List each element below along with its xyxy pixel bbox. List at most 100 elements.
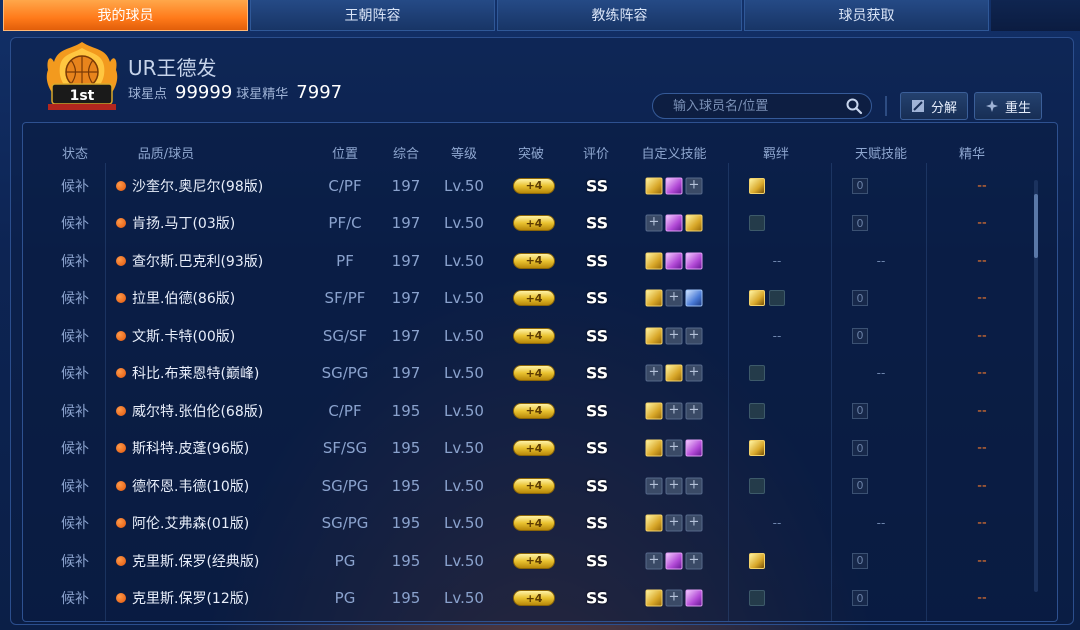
talent-count[interactable]: 0	[852, 440, 868, 456]
scrollbar-thumb[interactable]	[1034, 194, 1038, 258]
player-name-cell[interactable]: 肯扬.马丁(03版)	[116, 213, 235, 233]
table-row[interactable]: 候补 斯科特.皮蓬(96版) SF/SG 195 Lv.50 +4 SS +0 --	[23, 430, 1043, 467]
add-skill-slot-icon[interactable]: +	[665, 439, 683, 457]
bond-dim-icon[interactable]	[749, 477, 765, 494]
table-row[interactable]: 候补 阿伦.艾弗森(01版) SG/PG 195 Lv.50 +4 SS + + -- -- --	[23, 505, 1043, 542]
skill-blue-icon[interactable]	[685, 289, 703, 307]
search-input[interactable]	[653, 94, 845, 118]
skill-gold-icon[interactable]	[645, 589, 663, 607]
talent-count[interactable]: 0	[852, 477, 868, 494]
skill-purple-icon[interactable]	[665, 214, 683, 232]
table-row[interactable]: 候补 德怀恩.韦德(10版) SG/PG 195 Lv.50 +4 SS + + +0 --	[23, 467, 1043, 504]
player-name-cell[interactable]: 查尔斯.巴克利(93版)	[116, 251, 263, 271]
talent-count[interactable]: 0	[852, 177, 868, 194]
skill-purple-icon[interactable]	[665, 552, 683, 569]
talent-count[interactable]: 0	[852, 402, 868, 419]
add-skill-slot-icon[interactable]: +	[665, 514, 683, 532]
skill-gold-icon[interactable]	[645, 177, 663, 194]
player-name-cell[interactable]: 德怀恩.韦德(10版)	[116, 476, 249, 496]
player-name-cell[interactable]: 科比.布莱恩特(巅峰)	[116, 363, 259, 383]
col-level[interactable]: 等级	[451, 143, 477, 162]
player-name-cell[interactable]: 沙奎尔.奥尼尔(98版)	[116, 176, 263, 196]
col-player[interactable]: 品质/球员	[138, 143, 194, 162]
skill-gold-icon[interactable]	[645, 252, 663, 269]
talent-count[interactable]: 0	[852, 552, 868, 569]
col-rating[interactable]: 评价	[583, 143, 609, 162]
skill-gold-icon[interactable]	[685, 214, 703, 232]
skill-gold-icon[interactable]	[645, 439, 663, 457]
player-name-cell[interactable]: 威尔特.张伯伦(68版)	[116, 401, 263, 421]
add-skill-slot-icon[interactable]: +	[685, 477, 703, 494]
tab-my-players[interactable]: 我的球员	[3, 0, 248, 31]
add-skill-slot-icon[interactable]: +	[685, 177, 703, 194]
skill-gold-icon[interactable]	[645, 402, 663, 419]
add-skill-slot-icon[interactable]: +	[645, 214, 663, 232]
add-skill-slot-icon[interactable]: +	[665, 402, 683, 419]
skill-purple-icon[interactable]	[685, 439, 703, 457]
bond-gold-icon[interactable]	[749, 552, 765, 569]
player-name-cell[interactable]: 克里斯.保罗(12版)	[116, 588, 249, 608]
add-skill-slot-icon[interactable]: +	[645, 552, 663, 569]
tab-coach-lineup[interactable]: 教练阵容	[497, 0, 742, 31]
table-row[interactable]: 候补 克里斯.保罗(12版) PG 195 Lv.50 +4 SS +0 --	[23, 580, 1043, 617]
talent-count[interactable]: 0	[852, 290, 868, 306]
bond-dim-icon[interactable]	[769, 290, 785, 306]
col-position[interactable]: 位置	[332, 143, 358, 162]
bond-dim-icon[interactable]	[749, 402, 765, 419]
player-name-cell[interactable]: 克里斯.保罗(经典版)	[116, 551, 259, 571]
bond-gold-icon[interactable]	[749, 177, 765, 194]
col-bonds[interactable]: 羁绊	[763, 143, 789, 162]
add-skill-slot-icon[interactable]: +	[665, 477, 683, 494]
col-essence[interactable]: 精华	[959, 143, 985, 162]
table-row[interactable]: 候补 文斯.卡特(00版) SG/SF 197 Lv.50 +4 SS + + -- 0 --	[23, 317, 1043, 354]
table-row[interactable]: 候补 肯扬.马丁(03版) PF/C 197 Lv.50 +4 SS +0 --	[23, 205, 1043, 242]
search-icon[interactable]	[845, 97, 863, 115]
add-skill-slot-icon[interactable]: +	[685, 552, 703, 569]
bond-dim-icon[interactable]	[749, 215, 765, 231]
table-row[interactable]: 候补 查尔斯.巴克利(93版) PF 197 Lv.50 +4 SS -- -- --	[23, 242, 1043, 279]
add-skill-slot-icon[interactable]: +	[685, 364, 703, 382]
col-talent[interactable]: 天赋技能	[855, 143, 907, 162]
table-row[interactable]: 候补 拉里.伯德(86版) SF/PF 197 Lv.50 +4 SS +0 --	[23, 280, 1043, 317]
skill-gold-icon[interactable]	[665, 364, 683, 382]
skill-purple-icon[interactable]	[665, 177, 683, 194]
table-row[interactable]: 候补 沙奎尔.奥尼尔(98版) C/PF 197 Lv.50 +4 SS +0 --	[23, 167, 1043, 204]
table-scrollbar[interactable]	[1034, 180, 1038, 592]
bond-dim-icon[interactable]	[749, 590, 765, 606]
player-name-cell[interactable]: 斯科特.皮蓬(96版)	[116, 438, 249, 458]
add-skill-slot-icon[interactable]: +	[645, 477, 663, 494]
table-row[interactable]: 候补 威尔特.张伯伦(68版) C/PF 195 Lv.50 +4 SS + +0 --	[23, 392, 1043, 429]
add-skill-slot-icon[interactable]: +	[665, 589, 683, 607]
col-status[interactable]: 状态	[62, 143, 88, 162]
talent-count[interactable]: 0	[852, 215, 868, 231]
tab-dynasty-lineup[interactable]: 王朝阵容	[250, 0, 495, 31]
bond-dim-icon[interactable]	[749, 365, 765, 381]
col-custom-skills[interactable]: 自定义技能	[641, 143, 706, 162]
decompose-button[interactable]: 分解	[900, 92, 968, 120]
bond-gold-icon[interactable]	[749, 290, 765, 306]
skill-purple-icon[interactable]	[685, 589, 703, 607]
skill-gold-icon[interactable]	[645, 327, 663, 344]
skill-purple-icon[interactable]	[665, 252, 683, 269]
skill-purple-icon[interactable]	[685, 252, 703, 269]
player-name-cell[interactable]: 文斯.卡特(00版)	[116, 326, 235, 346]
talent-count[interactable]: 0	[852, 327, 868, 344]
skill-gold-icon[interactable]	[645, 289, 663, 307]
add-skill-slot-icon[interactable]: +	[665, 289, 683, 307]
table-row[interactable]: 候补 克里斯.保罗(经典版) PG 195 Lv.50 +4 SS + +0 --	[23, 542, 1043, 579]
add-skill-slot-icon[interactable]: +	[685, 327, 703, 344]
col-overall[interactable]: 综合	[393, 143, 419, 162]
add-skill-slot-icon[interactable]: +	[645, 364, 663, 382]
player-name-cell[interactable]: 拉里.伯德(86版)	[116, 288, 235, 308]
tab-player-acquire[interactable]: 球员获取	[744, 0, 989, 31]
rebirth-button[interactable]: 重生	[974, 92, 1042, 120]
add-skill-slot-icon[interactable]: +	[685, 514, 703, 532]
col-breakthrough[interactable]: 突破	[518, 143, 544, 162]
add-skill-slot-icon[interactable]: +	[685, 402, 703, 419]
table-row[interactable]: 候补 科比.布莱恩特(巅峰) SG/PG 197 Lv.50 +4 SS + + -- --	[23, 355, 1043, 392]
skill-gold-icon[interactable]	[645, 514, 663, 532]
talent-count[interactable]: 0	[852, 590, 868, 606]
add-skill-slot-icon[interactable]: +	[665, 327, 683, 344]
player-name-cell[interactable]: 阿伦.艾弗森(01版)	[116, 513, 249, 533]
bond-gold-icon[interactable]	[749, 440, 765, 456]
